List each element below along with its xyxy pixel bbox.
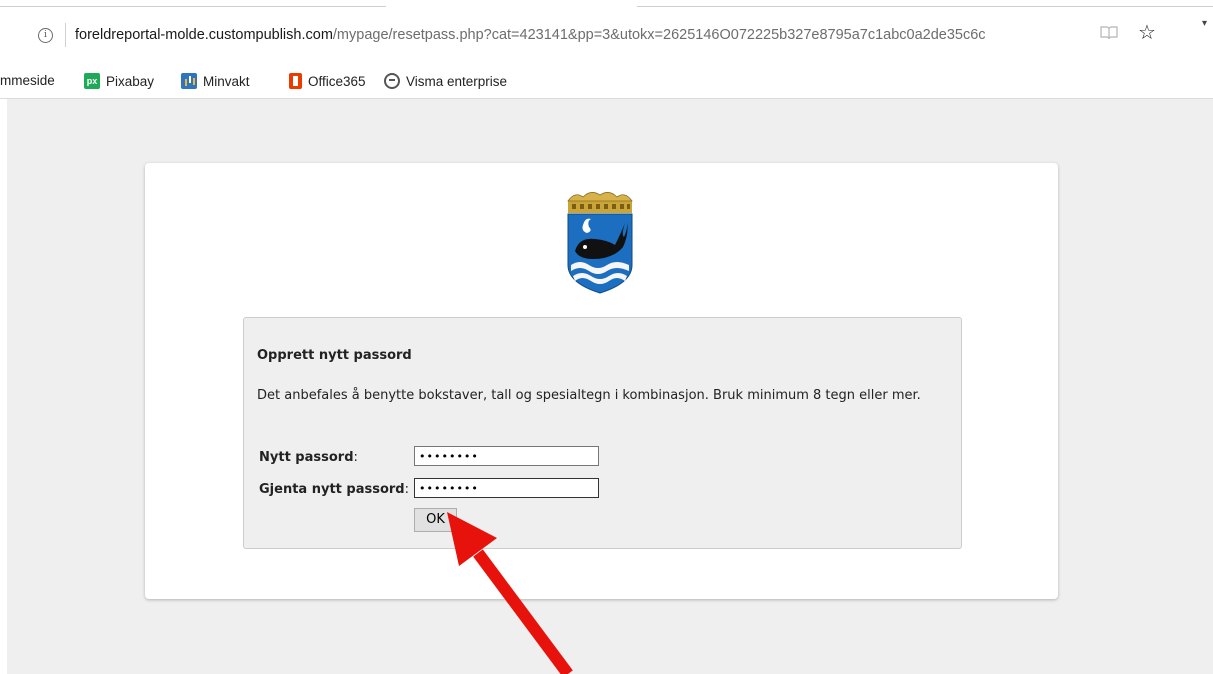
repeat-password-label: Gjenta nytt passord: (259, 482, 409, 497)
tab-divider (0, 6, 386, 7)
bookmark-label: mmeside (0, 73, 55, 88)
tab-strip (0, 0, 1213, 8)
bookmark-visma[interactable]: Visma enterprise (384, 73, 507, 89)
new-password-input[interactable]: •••••••• (414, 446, 599, 466)
label-colon: : (404, 482, 409, 497)
bookmark-label: Visma enterprise (406, 73, 508, 89)
repeat-password-input[interactable]: •••••••• (414, 478, 599, 498)
info-icon[interactable]: i (38, 28, 53, 43)
form-description: Det anbefales å benytte bokstaver, tall … (257, 388, 921, 403)
bookmark-pixabay[interactable]: px Pixabay (84, 73, 154, 89)
bookmarks-bar: mmeside px Pixabay Minvakt Office365 Vis… (0, 64, 1213, 99)
page-background: Opprett nytt passord Det anbefales å ben… (7, 99, 1213, 674)
reset-password-form: Opprett nytt passord Det anbefales å ben… (243, 317, 962, 549)
minvakt-icon (181, 73, 197, 89)
url-host: foreldreportal-molde.custompublish.com (75, 27, 333, 43)
address-bar: i foreldreportal-molde.custompublish.com… (0, 8, 1213, 64)
bookmark-minvakt[interactable]: Minvakt (181, 73, 250, 89)
favorite-star-icon[interactable]: ☆ (1138, 21, 1156, 43)
bookmark-hjemmeside[interactable]: mmeside (0, 73, 55, 88)
label-colon: : (353, 450, 358, 465)
bookmark-label: Minvakt (203, 73, 250, 89)
tab-divider (637, 6, 1213, 7)
new-password-label: Nytt passord: (259, 450, 358, 465)
office365-icon (289, 73, 302, 89)
chevron-down-icon[interactable]: ▾ (1202, 18, 1207, 29)
url-text[interactable]: foreldreportal-molde.custompublish.com/m… (75, 27, 986, 43)
ok-button[interactable]: OK (414, 508, 457, 532)
form-title: Opprett nytt passord (257, 348, 412, 363)
reset-password-card: Opprett nytt passord Det anbefales å ben… (145, 163, 1058, 599)
url-path: /mypage/resetpass.php?cat=423141&pp=3&ut… (332, 27, 986, 43)
new-password-label-text: Nytt passord (259, 450, 354, 465)
address-separator (65, 23, 66, 47)
reading-view-icon[interactable] (1100, 25, 1118, 41)
bookmark-label: Pixabay (106, 73, 155, 89)
url-field[interactable]: i foreldreportal-molde.custompublish.com… (25, 18, 1187, 52)
bookmark-office365[interactable]: Office365 (289, 73, 366, 89)
molde-crest-logo (567, 192, 633, 294)
pixabay-icon: px (84, 73, 100, 89)
repeat-password-label-text: Gjenta nytt passord (259, 482, 405, 497)
bookmark-label: Office365 (308, 73, 366, 89)
visma-icon (384, 73, 400, 89)
